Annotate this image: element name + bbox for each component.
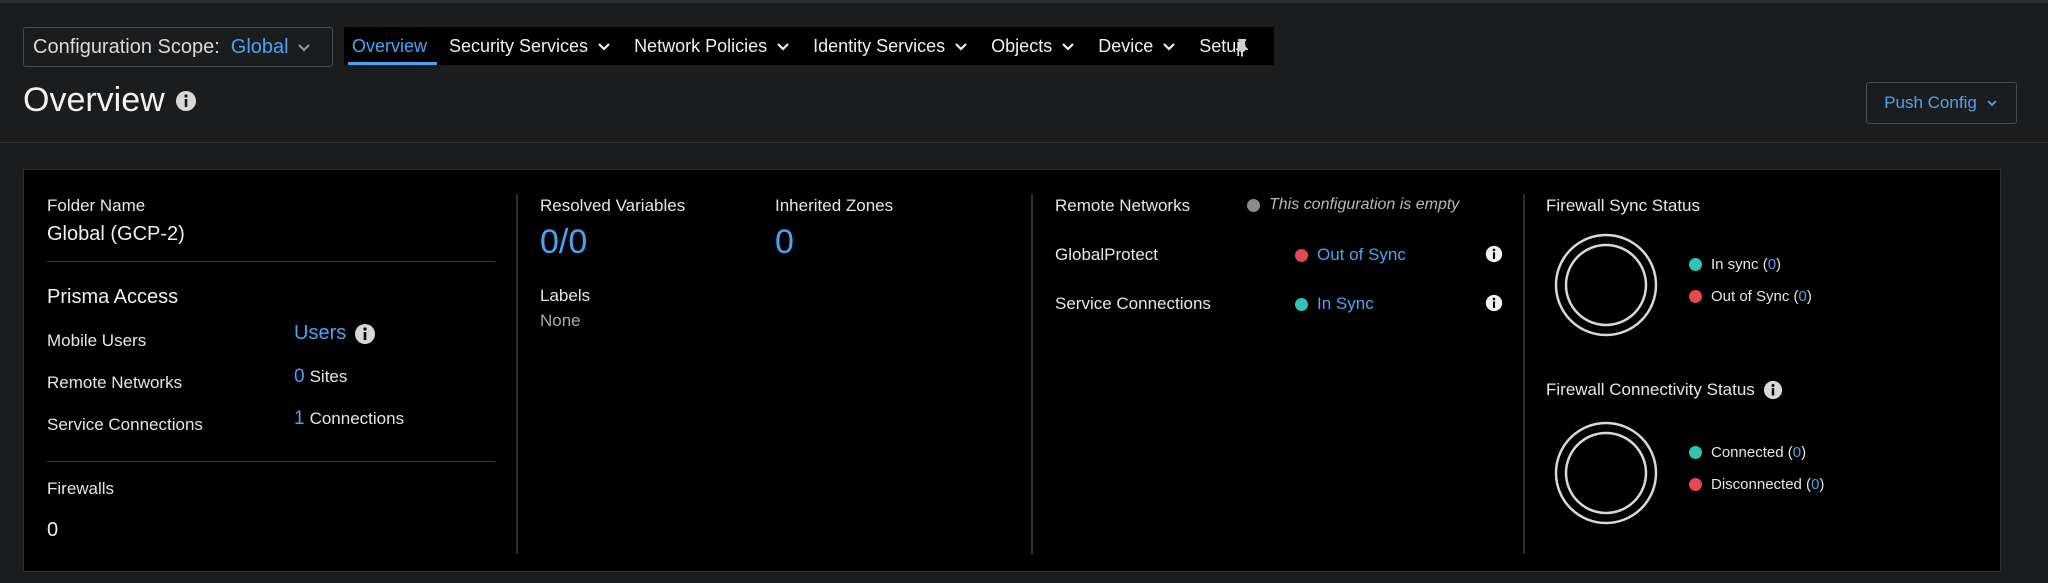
overview-panel: Folder Name Global (GCP-2) Prisma Access… (23, 169, 2001, 572)
connected-label: Connected (1711, 444, 1784, 461)
app-window: Configuration Scope: Global Overview Sec… (0, 0, 2048, 583)
connected-legend: Connected (0) (1689, 444, 1806, 461)
globalprotect-status: Out of Sync (1295, 245, 1406, 265)
scope-label: Configuration Scope: (33, 35, 220, 58)
divider (47, 261, 495, 262)
status-dot-empty (1247, 198, 1260, 212)
firewall-connectivity-title: Firewall Connectivity Status (1546, 380, 1783, 400)
labels-label: Labels (540, 286, 591, 305)
folder-name-value: Global (GCP-2) (47, 223, 185, 245)
firewall-sync-title: Firewall Sync Status (1546, 196, 1700, 215)
push-config-label: Push Config (1884, 93, 1977, 112)
scope-value: Global (230, 35, 289, 58)
firewall-sync-donut (1554, 233, 1658, 337)
top-nav: Overview Security Services Network Polic… (344, 27, 1275, 65)
chevron-down-icon (953, 38, 969, 54)
firewalls-label: Firewalls (47, 479, 115, 498)
in-sync-label: In sync (1711, 256, 1759, 273)
tab-device-label: Device (1098, 35, 1154, 56)
info-icon[interactable] (1763, 380, 1783, 400)
service-connections-count[interactable]: 1 (294, 408, 305, 430)
info-icon[interactable] (175, 90, 197, 112)
status-dot-out-of-sync (1295, 248, 1308, 262)
out-of-sync-label: Out of Sync (1711, 288, 1790, 305)
firewall-connectivity-title-text: Firewall Connectivity Status (1546, 380, 1755, 399)
service-connections-sync-label: Service Connections (1055, 294, 1211, 313)
tab-security-services-label: Security Services (449, 35, 589, 56)
status-dot-in-sync (1295, 297, 1308, 311)
mobile-users-label: Mobile Users (47, 331, 147, 350)
pin-icon[interactable] (1233, 37, 1251, 62)
page-header: Configuration Scope: Global Overview Sec… (0, 3, 2048, 143)
disconnected-legend: Disconnected (0) (1689, 476, 1824, 493)
inherited-zones-label: Inherited Zones (775, 196, 894, 215)
connected-count[interactable]: 0 (1793, 444, 1801, 461)
legend-dot-disconnected (1689, 478, 1702, 491)
disconnected-label: Disconnected (1711, 476, 1802, 493)
labels-value: None (540, 311, 581, 330)
remote-networks-sync-status: This configuration is empty (1247, 196, 1459, 214)
tab-network-policies-label: Network Policies (634, 35, 768, 56)
remote-networks-count[interactable]: 0 (294, 366, 305, 388)
info-icon[interactable] (354, 323, 376, 345)
remote-networks-value: 0 Sites (294, 366, 347, 388)
firewall-connectivity-donut (1554, 421, 1658, 525)
resolved-variables-value[interactable]: 0/0 (540, 223, 587, 262)
out-of-sync-count[interactable]: 0 (1799, 288, 1807, 305)
divider (47, 461, 495, 462)
legend-dot-in-sync (1689, 258, 1702, 271)
tab-identity-services[interactable]: Identity Services (809, 27, 979, 65)
legend-dot-connected (1689, 446, 1702, 459)
info-icon[interactable] (1485, 294, 1503, 317)
tab-network-policies[interactable]: Network Policies (630, 27, 801, 65)
remote-networks-label: Remote Networks (47, 373, 183, 392)
page-title: Overview (23, 81, 197, 120)
tab-identity-services-label: Identity Services (813, 35, 946, 56)
service-connections-unit: Connections (309, 409, 405, 428)
remote-networks-sync-text: This configuration is empty (1269, 196, 1460, 213)
service-connections-status-link[interactable]: In Sync (1317, 294, 1374, 314)
chevron-down-icon (294, 37, 314, 63)
service-connections-status: In Sync (1295, 294, 1374, 314)
in-sync-count[interactable]: 0 (1768, 256, 1776, 273)
tab-objects-label: Objects (991, 35, 1053, 56)
configuration-scope-select[interactable]: Configuration Scope: Global (23, 27, 333, 67)
disconnected-count[interactable]: 0 (1811, 476, 1819, 493)
inherited-zones-value[interactable]: 0 (775, 223, 794, 262)
remote-networks-unit: Sites (309, 367, 348, 386)
chevron-down-icon (1161, 38, 1177, 54)
page-title-text: Overview (23, 81, 165, 119)
chevron-down-icon (775, 38, 791, 54)
tab-overview[interactable]: Overview (348, 27, 438, 65)
legend-dot-out-of-sync (1689, 290, 1702, 303)
in-sync-legend: In sync (0) (1689, 256, 1781, 273)
push-config-button[interactable]: Push Config (1866, 82, 2017, 124)
tab-overview-label: Overview (352, 35, 428, 56)
chevron-down-icon (1985, 96, 1999, 110)
firewalls-value: 0 (47, 519, 59, 541)
globalprotect-status-link[interactable]: Out of Sync (1317, 245, 1406, 265)
info-icon[interactable] (1485, 245, 1503, 268)
column-divider (1523, 194, 1525, 554)
column-divider (1031, 194, 1033, 554)
tab-objects[interactable]: Objects (987, 27, 1086, 65)
mobile-users-value: Users (294, 322, 376, 345)
out-of-sync-legend: Out of Sync (0) (1689, 288, 1812, 305)
tab-security-services[interactable]: Security Services (445, 27, 622, 65)
prisma-access-title: Prisma Access (47, 286, 179, 308)
chevron-down-icon (1060, 38, 1076, 54)
chevron-down-icon (596, 38, 612, 54)
service-connections-value: 1 Connections (294, 408, 404, 430)
users-link[interactable]: Users (294, 322, 346, 345)
service-connections-label: Service Connections (47, 415, 203, 434)
globalprotect-label: GlobalProtect (1055, 245, 1158, 264)
remote-networks-sync-label: Remote Networks (1055, 196, 1191, 215)
tab-device[interactable]: Device (1094, 27, 1187, 65)
resolved-variables-label: Resolved Variables (540, 196, 686, 215)
column-divider (516, 194, 518, 554)
folder-name-label: Folder Name (47, 196, 146, 215)
